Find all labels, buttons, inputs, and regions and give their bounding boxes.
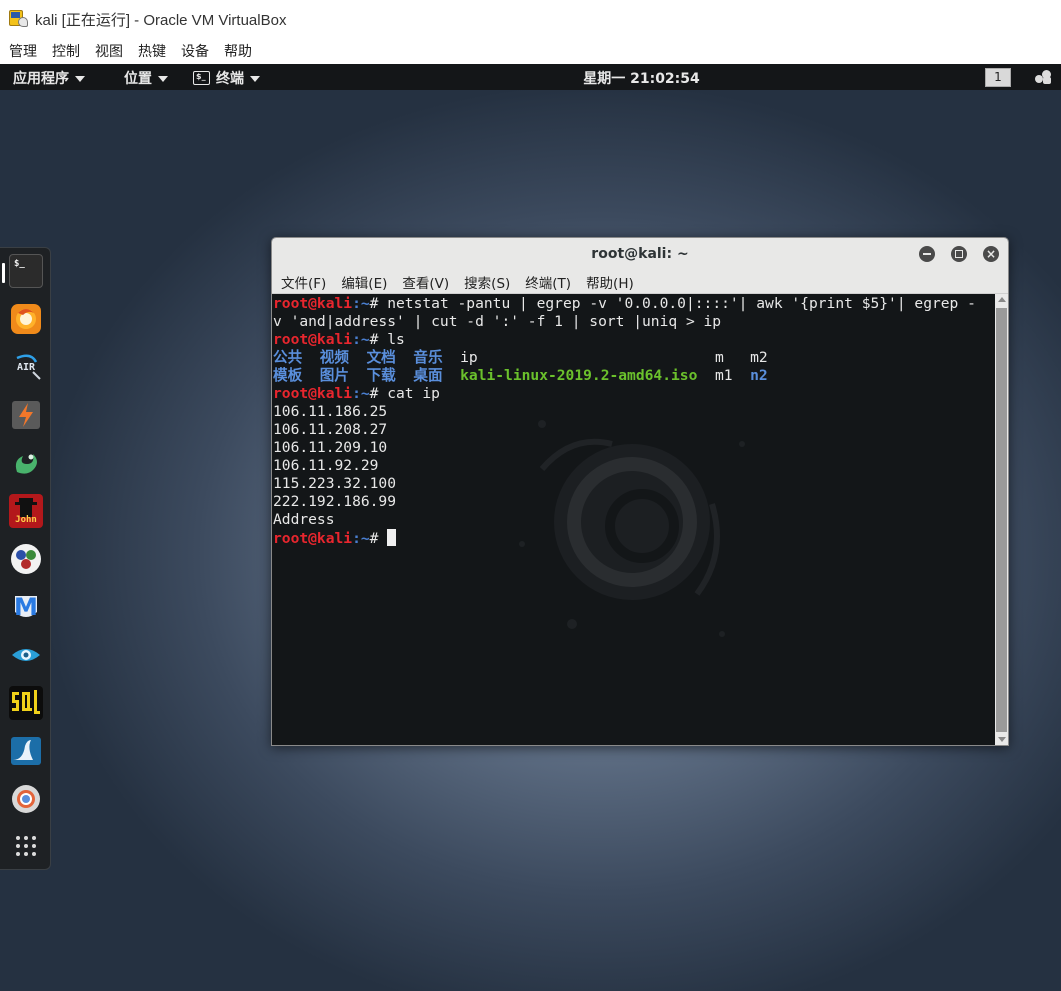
terminal-text: root@kali:~# netstat -pantu | egrep -v '… — [273, 295, 995, 548]
metasploit-label: M — [14, 593, 38, 621]
prompt-path: :~ — [352, 331, 370, 348]
minimize-icon[interactable] — [919, 246, 935, 262]
terminal-window: root@kali: ~ × 文件(F) 编辑(E) 查看(V) 搜索(S) 终… — [271, 237, 1009, 746]
terminal-menu-file[interactable]: 文件(F) — [281, 272, 326, 292]
terminal-title: root@kali: ~ — [591, 246, 689, 262]
guest-desktop: 应用程序 位置 $_ 终端 星期一 21:02:54 1 $_ AIR John… — [0, 64, 1061, 991]
vbox-menu-devices[interactable]: 设备 — [181, 41, 209, 61]
metasploit-icon[interactable]: M — [9, 590, 43, 624]
armitage-icon[interactable] — [9, 542, 43, 576]
ls-entry: 视频 — [319, 349, 349, 366]
system-menu-icon[interactable] — [1035, 70, 1053, 84]
ls-entry: 下载 — [366, 367, 396, 384]
wireshark-icon[interactable] — [9, 734, 43, 768]
prompt-path: :~ — [352, 530, 370, 547]
terminal-menubar: 文件(F) 编辑(E) 查看(V) 搜索(S) 终端(T) 帮助(H) — [272, 270, 1008, 294]
clock[interactable]: 星期一 21:02:54 — [0, 68, 1061, 88]
terminal-output[interactable]: root@kali:~# netstat -pantu | egrep -v '… — [272, 294, 995, 745]
scroll-up-icon[interactable] — [998, 297, 1006, 302]
terminal-scrollbar[interactable] — [995, 294, 1008, 745]
output-line: 115.223.32.100 — [273, 475, 397, 492]
command-text: ls — [387, 331, 405, 348]
aircrack-label: AIR — [16, 361, 36, 373]
output-line: 106.11.209.10 — [273, 439, 388, 456]
vbox-window-title: kali [正在运行] - Oracle VM VirtualBox — [35, 11, 287, 29]
ls-entry: m — [714, 349, 724, 366]
ls-entry: 音乐 — [413, 349, 443, 366]
terminal-menu-edit[interactable]: 编辑(E) — [341, 272, 387, 292]
close-icon[interactable]: × — [983, 246, 999, 262]
dock: $_ AIR John M — [0, 247, 51, 870]
vbox-titlebar: kali [正在运行] - Oracle VM VirtualBox — [0, 0, 1061, 38]
terminal-menu-help[interactable]: 帮助(H) — [586, 272, 634, 292]
vbox-menu-control[interactable]: 控制 — [52, 41, 80, 61]
prompt-user: root@kali — [273, 295, 353, 312]
ls-entry: m1 — [714, 367, 733, 384]
scroll-down-icon[interactable] — [998, 737, 1006, 742]
output-line: 106.11.92.29 — [273, 457, 379, 474]
john-icon[interactable]: John — [9, 494, 43, 528]
command-text: cat ip — [387, 385, 440, 402]
firefox-icon[interactable] — [9, 302, 43, 336]
vbox-menubar: 管理 控制 视图 热键 设备 帮助 — [0, 38, 1061, 64]
vbox-menu-hotkeys[interactable]: 热键 — [138, 41, 166, 61]
terminal-line: root@kali:~# ls — [273, 331, 995, 349]
active-app-indicator — [2, 263, 5, 283]
terminal-line: root@kali:~# — [273, 529, 995, 548]
aircrack-icon[interactable]: AIR — [9, 350, 43, 384]
maximize-icon[interactable] — [951, 246, 967, 262]
ls-entry: n2 — [750, 367, 768, 384]
prompt-hash: # — [369, 331, 388, 348]
ls-output-row: 模板 图片 下载 桌面 kali-linux-2019.2-amd64.iso … — [273, 367, 995, 385]
terminal-line: v 'and|address' | cut -d ':' -f 1 | sort… — [273, 313, 995, 331]
terminal-menu-view[interactable]: 查看(V) — [402, 272, 449, 292]
terminal-line: root@kali:~# netstat -pantu | egrep -v '… — [273, 295, 995, 313]
ls-output-row: 公共 视频 文档 音乐 ip m m2 — [273, 349, 995, 367]
ls-entry: 公共 — [273, 349, 303, 366]
vbox-menu-help[interactable]: 帮助 — [224, 41, 252, 61]
prompt-user: root@kali — [273, 331, 353, 348]
output-line: 106.11.208.27 — [273, 421, 388, 438]
command-text: netstat -pantu | egrep -v '0.0.0.0|::::'… — [387, 295, 976, 312]
burpsuite-icon[interactable] — [9, 398, 43, 432]
prompt-path: :~ — [352, 385, 370, 402]
gnome-top-bar: 应用程序 位置 $_ 终端 星期一 21:02:54 1 — [0, 64, 1061, 90]
prompt-hash: # — [369, 295, 388, 312]
prompt-path: :~ — [352, 295, 370, 312]
ls-entry: 图片 — [319, 367, 349, 384]
ls-entry: kali-linux-2019.2-amd64.iso — [460, 367, 698, 384]
output-line: Address — [273, 511, 335, 528]
ls-entry: m2 — [750, 349, 768, 366]
terminal-menu-terminal[interactable]: 终端(T) — [525, 272, 571, 292]
faraday-icon[interactable] — [9, 638, 43, 672]
virtualbox-icon — [9, 10, 29, 28]
john-label: John — [15, 515, 37, 525]
ls-entry: 桌面 — [413, 367, 443, 384]
terminal-titlebar[interactable]: root@kali: ~ × — [272, 238, 1008, 270]
maltego-icon[interactable] — [9, 446, 43, 480]
ls-entry: ip — [460, 349, 478, 366]
show-apps-icon[interactable] — [9, 829, 43, 863]
prompt-hash: # — [369, 530, 388, 547]
terminal-line: root@kali:~# cat ip — [273, 385, 995, 403]
output-line: 106.11.186.25 — [273, 403, 388, 420]
command-text: v 'and|address' | cut -d ':' -f 1 | sort… — [273, 313, 722, 330]
prompt-hash: # — [369, 385, 388, 402]
output-line: 222.192.186.99 — [273, 493, 397, 510]
ls-entry: 文档 — [366, 349, 396, 366]
vbox-menu-view[interactable]: 视图 — [95, 41, 123, 61]
terminal-menu-search[interactable]: 搜索(S) — [464, 272, 510, 292]
ls-entry: 模板 — [273, 367, 303, 384]
text-cursor — [387, 529, 397, 546]
prompt-user: root@kali — [273, 385, 353, 402]
terminal-icon[interactable]: $_ — [9, 254, 43, 288]
vbox-menu-machine[interactable]: 管理 — [9, 41, 37, 61]
sqlmap-icon[interactable] — [9, 686, 43, 720]
prompt-user: root@kali — [273, 530, 353, 547]
scrollbar-thumb[interactable] — [996, 308, 1007, 732]
workspace-indicator[interactable]: 1 — [985, 68, 1011, 87]
chromium-icon[interactable] — [9, 782, 43, 816]
